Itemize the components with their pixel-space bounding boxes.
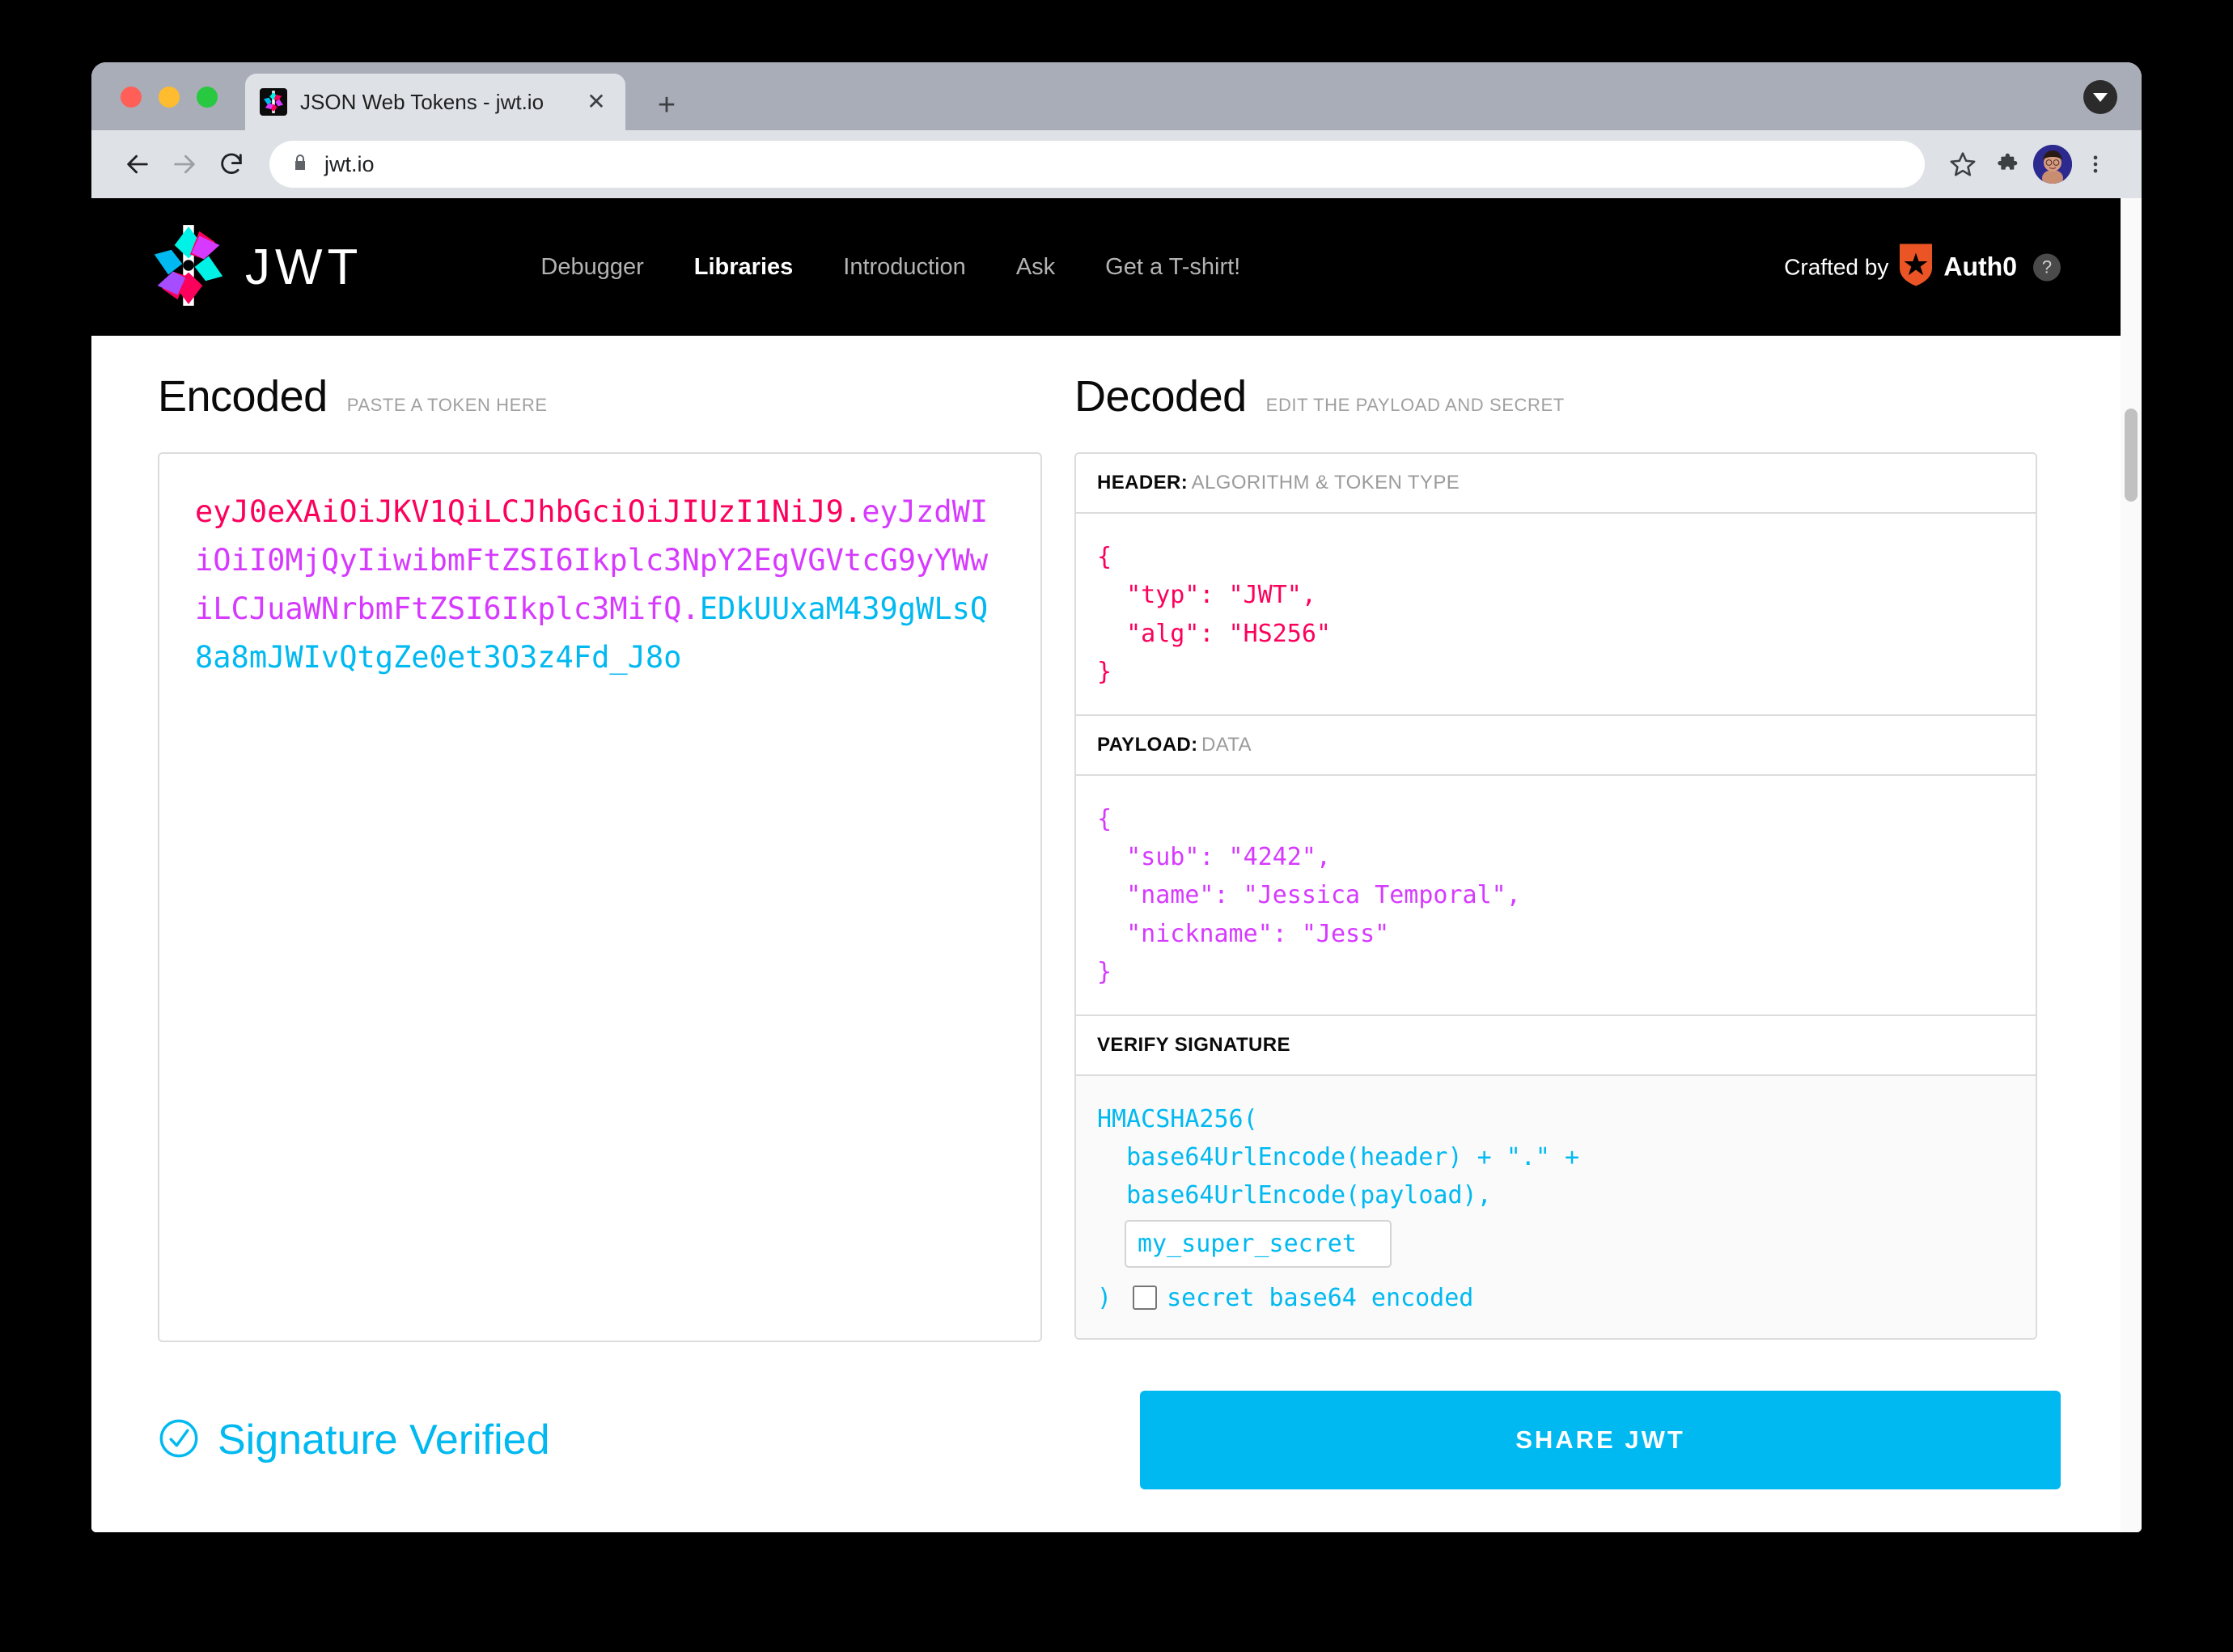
header-label-light: ALGORITHM & TOKEN TYPE: [1191, 472, 1460, 493]
share-jwt-label: SHARE JWT: [1515, 1425, 1685, 1454]
decoded-subtitle: EDIT THE PAYLOAD AND SECRET: [1265, 395, 1565, 415]
encoded-column: Encoded PASTE A TOKEN HERE eyJ0eXAiOiJKV…: [91, 371, 1074, 1342]
nav-link-ask[interactable]: Ask: [1016, 254, 1055, 281]
secret-input[interactable]: my_super_secret: [1125, 1219, 1392, 1268]
avatar[interactable]: [2033, 145, 2072, 184]
token-header-part: eyJ0eXAiOiJKV1QiLCJhbGciOiJIUzI1NiJ9: [195, 494, 844, 529]
star-icon[interactable]: [1939, 141, 1986, 188]
base64-label: secret base64 encoded: [1167, 1283, 1474, 1312]
encoded-subtitle: PASTE A TOKEN HERE: [346, 395, 548, 415]
jwt-token-text: eyJ0eXAiOiJKV1QiLCJhbGciOiJIUzI1NiJ9.eyJ…: [195, 488, 1005, 682]
debugger-content: Encoded PASTE A TOKEN HERE eyJ0eXAiOiJKV…: [91, 336, 2142, 1342]
nav-link-introduction[interactable]: Introduction: [843, 254, 966, 281]
base64-checkbox[interactable]: [1133, 1286, 1158, 1311]
close-icon[interactable]: ✕: [582, 87, 611, 116]
brand[interactable]: JWT: [150, 222, 362, 312]
signature-status-text: Signature Verified: [218, 1417, 550, 1464]
signature-panel-label: VERIFY SIGNATURE: [1076, 1014, 2036, 1076]
signature-label-strong: VERIFY SIGNATURE: [1097, 1033, 1290, 1056]
secret-value: my_super_secret: [1138, 1229, 1357, 1258]
browser-window: JSON Web Tokens - jwt.io ✕ + jwt.io JWT …: [91, 62, 2142, 1532]
address-bar[interactable]: jwt.io: [269, 141, 1925, 188]
auth0-shield-icon: [1900, 244, 1933, 290]
browser-tab[interactable]: JSON Web Tokens - jwt.io ✕: [245, 74, 625, 130]
payload-json: { "sub": "4242", "name": "Jessica Tempor…: [1097, 804, 1521, 987]
back-arrow-icon[interactable]: [114, 141, 161, 188]
base64-row: ) secret base64 encoded: [1097, 1279, 2015, 1317]
scrollbar-thumb[interactable]: [2125, 409, 2138, 502]
share-jwt-button[interactable]: SHARE JWT: [1140, 1391, 2061, 1489]
window-controls: [121, 87, 218, 108]
jwt-logo: [150, 222, 227, 312]
encoded-title: Encoded: [158, 372, 328, 421]
web-page: JWT Debugger Libraries Introduction Ask …: [91, 198, 2142, 1532]
help-icon[interactable]: ?: [2033, 253, 2061, 281]
payload-panel-label: PAYLOAD: DATA: [1076, 714, 2036, 776]
nav-link-libraries[interactable]: Libraries: [694, 254, 794, 281]
payload-label-strong: PAYLOAD:: [1097, 733, 1198, 756]
site-navbar: JWT Debugger Libraries Introduction Ask …: [91, 198, 2142, 336]
header-panel-body[interactable]: { "typ": "JWT", "alg": "HS256" }: [1076, 514, 2036, 714]
tab-title: JSON Web Tokens - jwt.io: [300, 89, 544, 114]
lock-icon: [290, 153, 310, 176]
check-circle-icon: [158, 1417, 200, 1464]
crafted-by-label: Crafted by: [1784, 254, 1889, 279]
nav-link-debugger[interactable]: Debugger: [540, 254, 643, 281]
url-text: jwt.io: [324, 151, 375, 176]
wordmark: JWT: [245, 239, 363, 295]
hmac-line-2: base64UrlEncode(header) + "." +: [1097, 1142, 1580, 1171]
debugger-footer: Signature Verified SHARE JWT: [91, 1342, 2142, 1489]
decoded-title: Decoded: [1074, 372, 1247, 421]
browser-toolbar: jwt.io: [91, 130, 2142, 198]
payload-label-light: DATA: [1201, 733, 1252, 756]
nav-link-get-a-tshirt[interactable]: Get a T-shirt!: [1105, 254, 1240, 281]
reload-icon[interactable]: [208, 141, 255, 188]
decoded-panels: HEADER: ALGORITHM & TOKEN TYPE { "typ": …: [1074, 452, 2037, 1341]
jwt-favicon: [260, 88, 287, 116]
hmac-line-3: base64UrlEncode(payload),: [1097, 1181, 1492, 1210]
kebab-menu-icon[interactable]: [2072, 141, 2119, 188]
decoded-column: Decoded EDIT THE PAYLOAD AND SECRET HEAD…: [1074, 371, 2118, 1342]
tab-strip: JSON Web Tokens - jwt.io ✕ +: [91, 62, 2142, 130]
auth0-label: Auth0: [1943, 252, 2017, 282]
header-json: { "typ": "JWT", "alg": "HS256" }: [1097, 543, 1331, 687]
new-tab-button[interactable]: +: [650, 88, 684, 122]
minimize-window-button[interactable]: [159, 87, 180, 108]
nav-links: Debugger Libraries Introduction Ask Get …: [540, 254, 1240, 281]
close-window-button[interactable]: [121, 87, 142, 108]
close-paren: ): [1097, 1283, 1112, 1312]
encoded-header: Encoded PASTE A TOKEN HERE: [158, 371, 1042, 421]
signature-panel-body: HMACSHA256( base64UrlEncode(header) + ".…: [1076, 1075, 2036, 1339]
maximize-window-button[interactable]: [197, 87, 218, 108]
payload-panel-body[interactable]: { "sub": "4242", "name": "Jessica Tempor…: [1076, 776, 2036, 1014]
puzzle-icon[interactable]: [1986, 141, 2033, 188]
page-scrollbar[interactable]: [2121, 198, 2142, 1532]
encoded-token-input[interactable]: eyJ0eXAiOiJKV1QiLCJhbGciOiJIUzI1NiJ9.eyJ…: [158, 452, 1042, 1342]
signature-status: Signature Verified: [91, 1391, 550, 1489]
header-label-strong: HEADER:: [1097, 472, 1189, 493]
header-panel-label: HEADER: ALGORITHM & TOKEN TYPE: [1076, 454, 2036, 514]
token-separator-1: .: [843, 494, 862, 529]
crafted-by-auth0[interactable]: Crafted by Auth0 ?: [1784, 244, 2061, 290]
hmac-line-1: HMACSHA256(: [1097, 1104, 1258, 1133]
decoded-header: Decoded EDIT THE PAYLOAD AND SECRET: [1074, 371, 2037, 421]
forward-arrow-icon[interactable]: [161, 141, 208, 188]
token-separator-2: .: [681, 591, 700, 626]
chevron-down-icon[interactable]: [2083, 80, 2117, 114]
